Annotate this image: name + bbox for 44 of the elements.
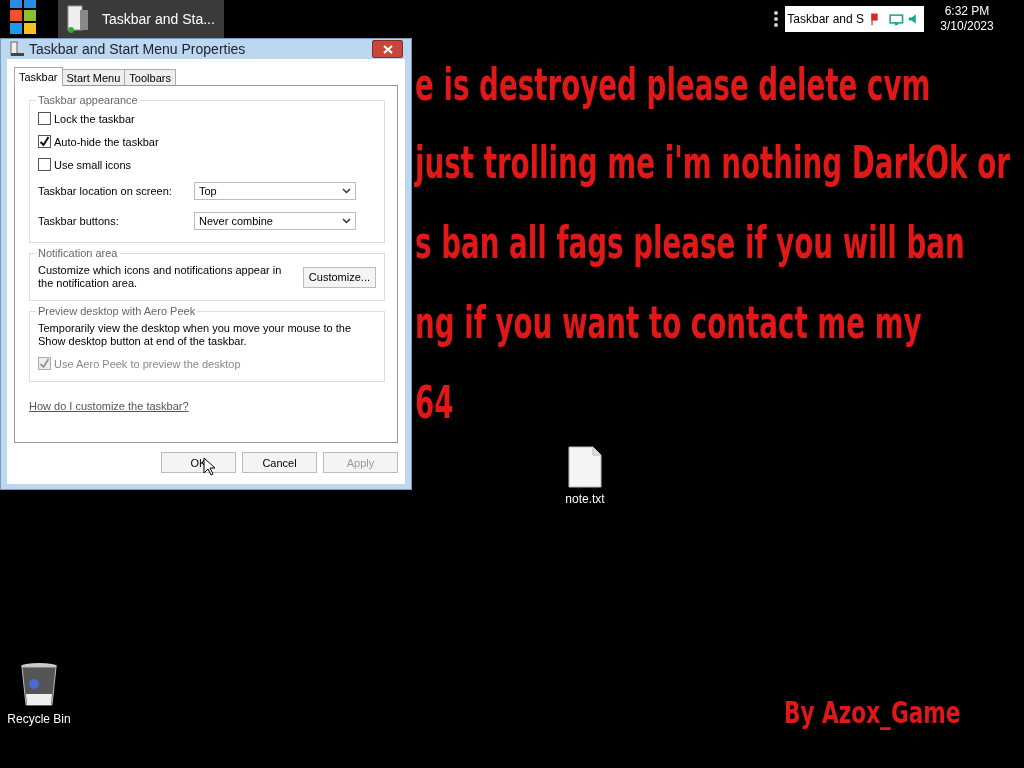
- description-text: Temporarily view the desktop when you move your mouse to the Show desktop button at end of the taskbar.: [38, 322, 353, 348]
- document-icon[interactable]: [568, 446, 602, 488]
- taskbar-button[interactable]: Taskbar and Sta...: [58, 0, 224, 38]
- checkbox[interactable]: [38, 158, 51, 171]
- checkbox[interactable]: [38, 112, 51, 125]
- checkbox[interactable]: [38, 135, 51, 148]
- tab[interactable]: Taskbar: [14, 67, 63, 86]
- field-label: Taskbar buttons:: [38, 215, 120, 227]
- description-text: Customize which icons and notifications appear in the notification area.: [38, 264, 283, 290]
- tab[interactable]: Start Menu: [61, 69, 126, 85]
- wallpaper-text: e is destroyed please delete cvm: [415, 62, 931, 108]
- clock-date: 3/10/2023: [940, 19, 994, 34]
- dialog-button[interactable]: Cancel: [242, 452, 317, 473]
- chevron-down-icon: [342, 218, 351, 224]
- properties-icon: [9, 41, 25, 57]
- dropdown[interactable]: Top: [194, 182, 356, 200]
- tab[interactable]: Toolbars: [124, 69, 176, 85]
- wallpaper-text: s ban all fags please if you will ban: [415, 220, 965, 266]
- group-title: Taskbar appearance: [37, 94, 139, 106]
- desktop-icon-label[interactable]: Recycle Bin: [7, 712, 71, 726]
- wallpaper-text: ng if you want to contact me my: [415, 300, 922, 346]
- group-title: Notification area: [37, 247, 119, 259]
- window-title: Taskbar and Start Menu Properties: [29, 41, 247, 57]
- dropdown[interactable]: Never combine: [194, 212, 356, 230]
- desktop-icon-label[interactable]: note.txt: [565, 492, 605, 506]
- wallpaper-text: 64: [415, 380, 454, 426]
- wallpaper-text: just trolling me i'm nothing DarkOk or: [415, 140, 1010, 186]
- checkbox-label: Use small icons: [54, 158, 132, 171]
- help-link[interactable]: How do I customize the taskbar?: [29, 400, 385, 412]
- customize-button[interactable]: Customize...: [302, 266, 376, 288]
- checkbox-label: Lock the taskbar: [54, 112, 135, 125]
- chevron-down-icon: [342, 188, 351, 194]
- clock[interactable]: 6:32 PM 3/10/2023: [932, 4, 1002, 34]
- checkbox-label: Auto-hide the taskbar: [54, 135, 159, 148]
- field-label: Taskbar location on screen:: [38, 185, 173, 197]
- close-icon: [382, 44, 393, 54]
- tray-tooltip: Taskbar and S: [785, 6, 924, 32]
- clock-time: 6:32 PM: [944, 4, 990, 19]
- more-icon[interactable]: [773, 9, 780, 29]
- wallpaper-signature: By Azox_Game: [784, 696, 961, 730]
- checkbox-label: Use Aero Peek to preview the desktop: [54, 357, 241, 370]
- close-button[interactable]: [372, 40, 403, 58]
- recycle-bin-icon[interactable]: [20, 662, 58, 708]
- group-title: Preview desktop with Aero Peek: [37, 305, 197, 317]
